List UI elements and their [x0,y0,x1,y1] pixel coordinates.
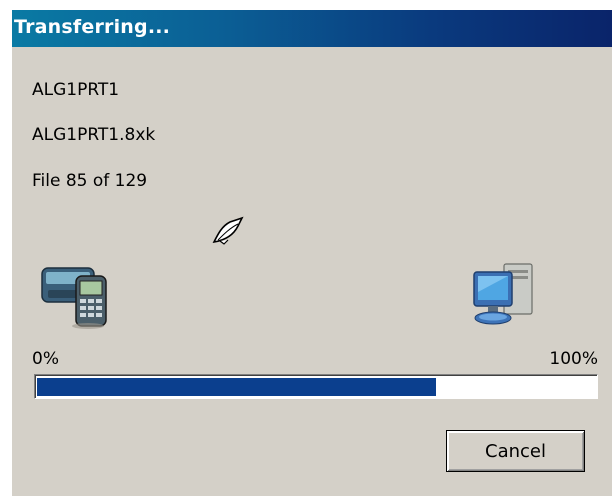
progress-bar [34,374,598,399]
transfer-dialog: Transferring... ALG1PRT1 ALG1PRT1.8xk Fi… [12,10,612,496]
calculator-device-icon [41,267,107,329]
computer-icon [473,263,533,325]
file-name: ALG1PRT1.8xk [32,125,156,145]
progress-fill [37,378,436,396]
flying-paper-icon [212,216,244,245]
title-bar[interactable]: Transferring... [12,10,612,47]
dialog-title: Transferring... [14,16,171,38]
source-name: ALG1PRT1 [32,80,120,100]
cancel-button[interactable]: Cancel [446,430,585,472]
file-count: File 85 of 129 [32,171,148,191]
progress-min-label: 0% [32,349,59,369]
progress-max-label: 100% [549,349,598,369]
